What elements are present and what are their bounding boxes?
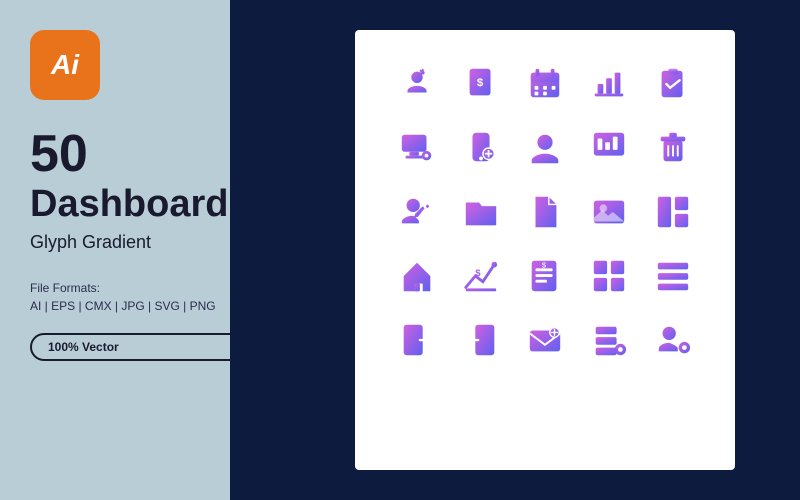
icon-user-settings (387, 54, 447, 114)
icon-image-gallery (579, 182, 639, 242)
dark-corner (230, 0, 290, 500)
icon-email (515, 310, 575, 370)
icon-row-2 (375, 118, 715, 178)
product-subtitle: Glyph Gradient (30, 232, 260, 253)
icons-card: $ (355, 30, 735, 470)
icon-mobile-add (451, 118, 511, 178)
icon-home (387, 246, 447, 306)
icon-list-document: $ (515, 246, 575, 306)
right-panel: $ (290, 0, 800, 500)
formats-list: AI | EPS | CMX | JPG | SVG | PNG (30, 299, 260, 313)
icon-invoice: $ (451, 54, 511, 114)
icon-growth-chart: $ (451, 246, 511, 306)
icon-layout-grid (643, 182, 703, 242)
count-display: 50 (30, 128, 260, 180)
icon-user-profile (515, 118, 575, 178)
icon-document (515, 182, 575, 242)
icon-user-account-settings (643, 310, 703, 370)
ai-label: Ai (51, 49, 79, 81)
icon-bar-chart (579, 54, 639, 114)
icon-four-grid (579, 246, 639, 306)
icon-presentation (579, 118, 639, 178)
icon-row-3 (375, 182, 715, 242)
vector-badge: 100% Vector (30, 333, 260, 361)
ai-badge: Ai (30, 30, 100, 100)
icon-row-1: $ (375, 54, 715, 114)
icon-monitor-settings (387, 118, 447, 178)
icon-trash (643, 118, 703, 178)
svg-text:$: $ (475, 268, 481, 279)
icon-calendar (515, 54, 575, 114)
icon-list-bars (643, 246, 703, 306)
left-panel: Ai 50 Dashboard Glyph Gradient File Form… (0, 0, 290, 500)
icon-logout (451, 310, 511, 370)
icon-row-5 (375, 310, 715, 370)
icon-login (387, 310, 447, 370)
icon-server-settings (579, 310, 639, 370)
icon-folder-open (451, 182, 511, 242)
icon-row-4: $ $ (375, 246, 715, 306)
svg-text:$: $ (477, 77, 484, 89)
icon-user-edit (387, 182, 447, 242)
icon-clipboard-check (643, 54, 703, 114)
product-title: Dashboard (30, 184, 260, 226)
formats-label: File Formats: (30, 281, 260, 295)
